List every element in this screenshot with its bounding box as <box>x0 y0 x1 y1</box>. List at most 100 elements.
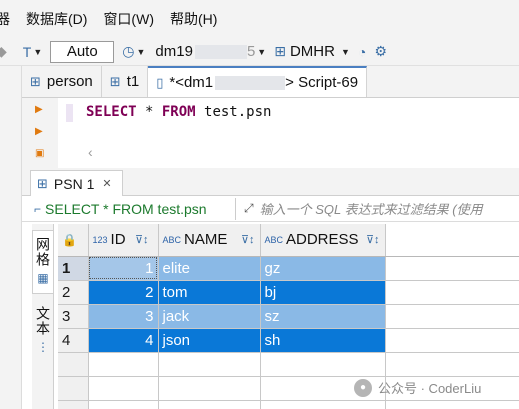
dashboard-button[interactable]: ◔ <box>358 44 366 60</box>
cell-name[interactable]: tom <box>158 280 261 305</box>
table-row[interactable]: 1 1 elite gz <box>58 256 519 281</box>
text-view-icon: ⋮ <box>37 340 49 354</box>
history-button[interactable]: ◷ ▼ <box>122 43 145 60</box>
clock-icon: ◷ <box>122 43 135 59</box>
tab-label: t1 <box>126 73 140 90</box>
text-type-icon: ABC <box>264 234 284 245</box>
gear-icon: ⚙ <box>374 43 387 59</box>
cell-id[interactable]: 2 <box>88 280 159 305</box>
cell-address[interactable]: sh <box>260 328 386 353</box>
sql-icon: ⌐ <box>34 201 42 216</box>
menu-item-window[interactable]: 窗口(W) <box>95 9 162 29</box>
execute-new-tab-icon[interactable]: ▶ <box>35 126 43 137</box>
connection-suffix: 5 <box>246 43 256 60</box>
cell-id[interactable]: 4 <box>88 328 159 353</box>
result-tab-bar: ⊞ PSN 1 ✕ <box>22 168 519 196</box>
menu-item-help[interactable]: 帮助(H) <box>162 9 225 29</box>
redacted-text <box>215 75 286 90</box>
tab-label-suffix: > Script-69 <box>285 74 359 91</box>
cell-address[interactable]: sz <box>260 304 386 329</box>
table-row[interactable]: 2 2 tom bj <box>58 280 519 305</box>
empty-row <box>58 400 519 409</box>
table-icon: ⊞ <box>30 73 41 89</box>
settings-button[interactable]: ⚙ <box>374 43 387 60</box>
commit-mode-field[interactable]: Auto <box>50 40 115 63</box>
editor-tab-bar: ⊞ person ⊞ t1 ▯ *<dm1 > Script-69 <box>22 66 519 98</box>
row-number[interactable]: 3 <box>58 304 89 329</box>
cell-name[interactable]: jack <box>158 304 261 329</box>
empty-row <box>58 352 519 377</box>
commit-mode-button[interactable]: T ▼ <box>23 44 42 60</box>
dbeaver-window: 器 数据库(D) 窗口(W) 帮助(H) ◆ T ▼ Auto ◷ ▼ dm19… <box>0 0 519 409</box>
filter-sort-icon[interactable]: ⊽↕ <box>135 233 149 246</box>
execute-icon[interactable]: ▶ <box>35 104 43 115</box>
table-icon: ⊞ <box>37 175 48 191</box>
tab-text[interactable]: 文本 ⋮ <box>32 302 54 362</box>
sql-script-icon: ▯ <box>156 74 164 90</box>
sql-query-line: SELECT * FROM test.psn <box>86 104 272 120</box>
schema-label: DMHR <box>289 43 335 60</box>
redacted-text <box>194 44 247 59</box>
main-toolbar: ◆ T ▼ Auto ◷ ▼ dm19 5 ▼ ⊞ DMHR ▼ ◔ ⚙ <box>0 38 519 66</box>
cell-name[interactable]: elite <box>158 256 261 281</box>
expand-icon[interactable]: ⤢ <box>244 201 254 216</box>
menu-bar: 器 数据库(D) 窗口(W) 帮助(H) <box>0 0 519 38</box>
chevron-left-icon[interactable]: ‹ <box>88 144 93 160</box>
lock-icon: 🔒 <box>62 233 77 248</box>
filter-bar: ⌐ SELECT * FROM test.psn ⤢ 输入一个 SQL 表达式来… <box>22 196 519 222</box>
tab-grid[interactable]: 网格 ▦ <box>32 230 54 294</box>
close-icon[interactable]: ✕ <box>102 177 111 190</box>
dashboard-icon: ◔ <box>357 43 367 60</box>
table-row[interactable]: 4 4 json sh <box>58 328 519 353</box>
tab-label: person <box>46 73 93 90</box>
editor-gutter: ▶ ▶ ▣ <box>22 98 58 168</box>
schema-selector[interactable]: ⊞ DMHR ▼ <box>274 43 350 60</box>
result-view-tabs: 网格 ▦ 文本 ⋮ <box>32 224 54 409</box>
transaction-icon[interactable]: ◆ <box>0 43 7 60</box>
row-number[interactable]: 1 <box>58 256 89 281</box>
cell-id[interactable]: 1 <box>88 256 159 281</box>
cell-name[interactable]: json <box>158 328 261 353</box>
filter-sort-icon[interactable]: ⊽↕ <box>241 233 255 246</box>
menu-item-database[interactable]: 数据库(D) <box>18 9 95 29</box>
wechat-icon: ● <box>354 378 372 397</box>
connection-prefix: dm19 <box>155 43 193 60</box>
tab-label-prefix: *<dm1 <box>169 74 214 91</box>
row-number[interactable]: 4 <box>58 328 89 353</box>
tab-result-psn[interactable]: ⊞ PSN 1 ✕ <box>30 170 123 196</box>
chevron-down-icon: ▼ <box>33 46 43 57</box>
column-header-address[interactable]: ABC ADDRESS ⊽↕ <box>260 224 386 257</box>
numeric-type-icon: 123 <box>92 234 108 245</box>
chevron-down-icon: ▼ <box>136 46 146 57</box>
chevron-down-icon: ▼ <box>340 46 350 57</box>
query-text: ⌐ SELECT * FROM test.psn <box>22 197 236 220</box>
filter-input[interactable]: 输入一个 SQL 表达式来过滤结果 (使用 <box>260 199 483 218</box>
tab-person[interactable]: ⊞ person <box>22 66 102 97</box>
result-tab-label: PSN 1 <box>53 175 95 192</box>
grid-corner: 🔒 <box>58 224 89 257</box>
cell-id[interactable]: 3 <box>88 304 159 329</box>
table-row[interactable]: 3 3 jack sz <box>58 304 519 329</box>
current-line-marker <box>66 104 73 122</box>
schema-icon: ⊞ <box>274 43 286 59</box>
chevron-down-icon: ▼ <box>257 46 267 57</box>
connection-selector[interactable]: dm19 5 ▼ <box>155 43 266 60</box>
menu-item-editor[interactable]: 器 <box>0 9 18 29</box>
tab-t1[interactable]: ⊞ t1 <box>102 66 149 97</box>
left-panel-strip <box>0 66 22 409</box>
sql-editor[interactable]: SELECT * FROM test.psn ‹ <box>58 98 519 168</box>
explain-icon[interactable]: ▣ <box>35 148 44 159</box>
commit-mode-icon: T <box>22 43 32 60</box>
table-icon: ⊞ <box>109 73 121 89</box>
cell-address[interactable]: bj <box>260 280 386 305</box>
column-header-name[interactable]: ABC NAME ⊽↕ <box>158 224 261 257</box>
cell-address[interactable]: gz <box>260 256 386 281</box>
row-number[interactable]: 2 <box>58 280 89 305</box>
tab-script[interactable]: ▯ *<dm1 > Script-69 <box>148 66 368 97</box>
filter-sort-icon[interactable]: ⊽↕ <box>366 233 380 246</box>
grid-empty-header <box>385 224 519 257</box>
grid-icon: ▦ <box>37 271 49 285</box>
text-type-icon: ABC <box>162 234 182 245</box>
column-header-id[interactable]: 123 ID ⊽↕ <box>88 224 159 257</box>
watermark: ● 公众号 · CoderLiu <box>354 378 481 397</box>
